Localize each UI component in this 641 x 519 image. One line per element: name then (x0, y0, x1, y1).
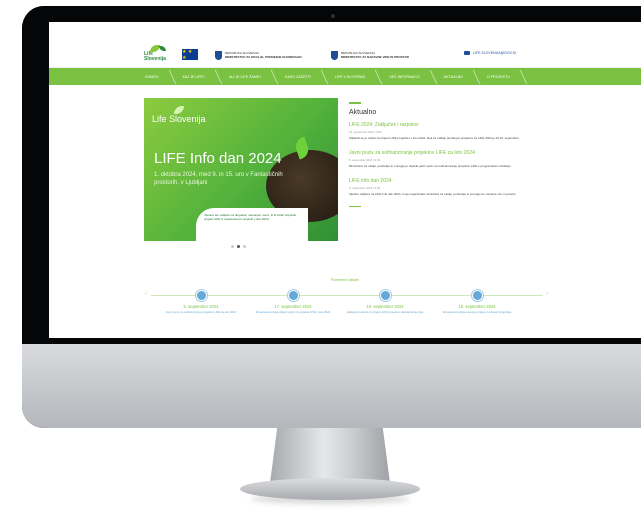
leaf-icon (159, 46, 166, 51)
timeline-text: Javni poziv za sofinanciranje projektov … (165, 310, 237, 314)
section-divider (349, 205, 361, 207)
logo-text: Life Slovenija (144, 51, 166, 62)
news-title-link[interactable]: LIFE 2024: Zaključek i razpisov (349, 122, 549, 128)
news-item: LIFE 2024: Zaključek i razpisov 26. sept… (349, 122, 549, 140)
timeline-item[interactable]: 17. september 2024 Evropska komisija obj… (251, 290, 335, 315)
mail-icon (464, 51, 470, 55)
camera-icon (331, 14, 335, 18)
nav-item-kako-zaceti[interactable]: KAKO ZAČETI? (285, 75, 327, 79)
timeline-date: 19. september 2024 (366, 304, 404, 309)
carousel-dot[interactable] (231, 245, 234, 248)
timeline-text: Evropska komisija ocenjuje prijave in ob… (442, 310, 512, 314)
nav-item-ali-je-life-zame[interactable]: ALI JE LIFE ZAME? (229, 75, 277, 79)
chevron-left-icon[interactable]: ‹ (145, 291, 147, 297)
timeline-text: Evropska komisija objavi razpis za proje… (255, 310, 331, 314)
ministry-environment-logo[interactable]: REPUBLIKA SLOVENIJA MINISTRSTVO ZA OKOLJ… (215, 48, 302, 62)
news-item: LIFE Info dan 2024 2. september 2024 | 9… (349, 178, 549, 196)
ministry-name: MINISTRSTVO ZA NARAVNE VIRE IN PROSTOR (341, 55, 409, 59)
banner-title: LIFE Info dan 2024 (154, 150, 282, 167)
nav-item-domov[interactable]: DOMOV (145, 75, 175, 79)
timeline-date: 17. september 2024 (274, 304, 312, 309)
news-excerpt: Vljudno vabljeni na LIFE Info dan 2024, … (349, 191, 517, 196)
browser-screen: Life Slovenija ★ ★ ★ REPUBLIKA SLOVENIJA… (49, 22, 641, 338)
news-title-link[interactable]: Javni poziv za sofinanciranje projektov … (349, 150, 549, 156)
timeline-date: 5. september 2024 (183, 304, 219, 309)
news-section: Aktualno LIFE 2024: Zaključek i razpisov… (349, 102, 549, 207)
news-heading: Aktualno (349, 108, 377, 116)
carousel-dot-active[interactable] (237, 245, 240, 248)
site-logo[interactable]: Life Slovenija (144, 45, 176, 65)
site-header: Life Slovenija ★ ★ ★ REPUBLIKA SLOVENIJA… (49, 22, 641, 68)
contact-email-link[interactable]: LIFE.SLOVENIJA@GOV.SI (464, 51, 516, 55)
calendar-icon (379, 290, 391, 301)
carousel-dots (231, 245, 246, 248)
timeline-text: Zaključek razpisa za prijavo LIFE projek… (346, 310, 424, 314)
carousel-dot[interactable] (243, 245, 246, 248)
calendar-icon (287, 290, 299, 301)
news-excerpt: Zaključil se je razpis za prijavo LIFE p… (349, 135, 520, 140)
news-date: 26. september 2024 | 9:00 (349, 129, 382, 134)
timeline-item[interactable]: 19. september 2024 Zaključek razpisa za … (343, 290, 427, 315)
nav-item-vec-informacij[interactable]: VEČ INFORMACIJ (389, 75, 435, 79)
hero-banner[interactable]: Life Slovenija LIFE Info dan 2024 1. okt… (144, 98, 338, 241)
monitor-stand (270, 428, 390, 483)
coat-of-arms-icon (331, 50, 338, 60)
nav-item-o-projektu[interactable]: O PROJEKTU (487, 75, 526, 79)
news-date: 2. september 2024 | 9:00 (349, 185, 381, 190)
eu-flag-icon: ★ ★ ★ (182, 49, 198, 61)
nav-item-aktualno[interactable]: AKTUALNO (444, 75, 479, 79)
news-excerpt: Ministrstvo za okolje, podnebje in energ… (349, 163, 512, 168)
nav-item-life-v-sloveniji[interactable]: LIFE V SLOVENIJI (335, 75, 381, 79)
ministry-resources-logo[interactable]: REPUBLIKA SLOVENIJA MINISTRSTVO ZA NARAV… (331, 48, 409, 62)
leaf-icon (174, 106, 184, 114)
timeline-date: 19. september 2024 (458, 304, 496, 309)
nav-item-kaj-je-life[interactable]: KAJ JE LIFE? (183, 75, 221, 79)
section-divider (349, 102, 361, 104)
contact-email: LIFE.SLOVENIJA@GOV.SI (473, 51, 516, 55)
coat-of-arms-icon (215, 50, 222, 60)
calendar-icon (471, 290, 483, 301)
main-navigation: DOMOV KAJ JE LIFE? ALI JE LIFE ZAME? KAK… (49, 68, 641, 85)
ministry-name: MINISTRSTVO ZA OKOLJE, PODNEBJE IN ENERG… (225, 55, 302, 59)
chevron-right-icon[interactable]: › (546, 291, 548, 297)
banner-logo-text: Life Slovenija (152, 114, 206, 124)
news-title-link[interactable]: LIFE Info dan 2024 (349, 178, 549, 184)
monitor-base (240, 478, 420, 500)
monitor-chin (22, 344, 641, 428)
timeline-item[interactable]: 19. september 2024 Evropska komisija oce… (435, 290, 519, 315)
news-item: Javni poziv za sofinanciranje projektov … (349, 150, 549, 168)
timeline-item[interactable]: 5. september 2024 Javni poziv za sofinan… (159, 290, 243, 315)
calendar-icon (195, 290, 207, 301)
banner-card-text: Vljudno ste vabljeni na dogodek, namenje… (196, 208, 308, 241)
timeline-title: Pomembni datumi (330, 278, 360, 282)
news-date: 5. september 2024 | 9:00 (349, 157, 381, 162)
banner-subtitle: 1. oktobra 2024, med 9. in 15. uro v Fan… (154, 172, 283, 186)
